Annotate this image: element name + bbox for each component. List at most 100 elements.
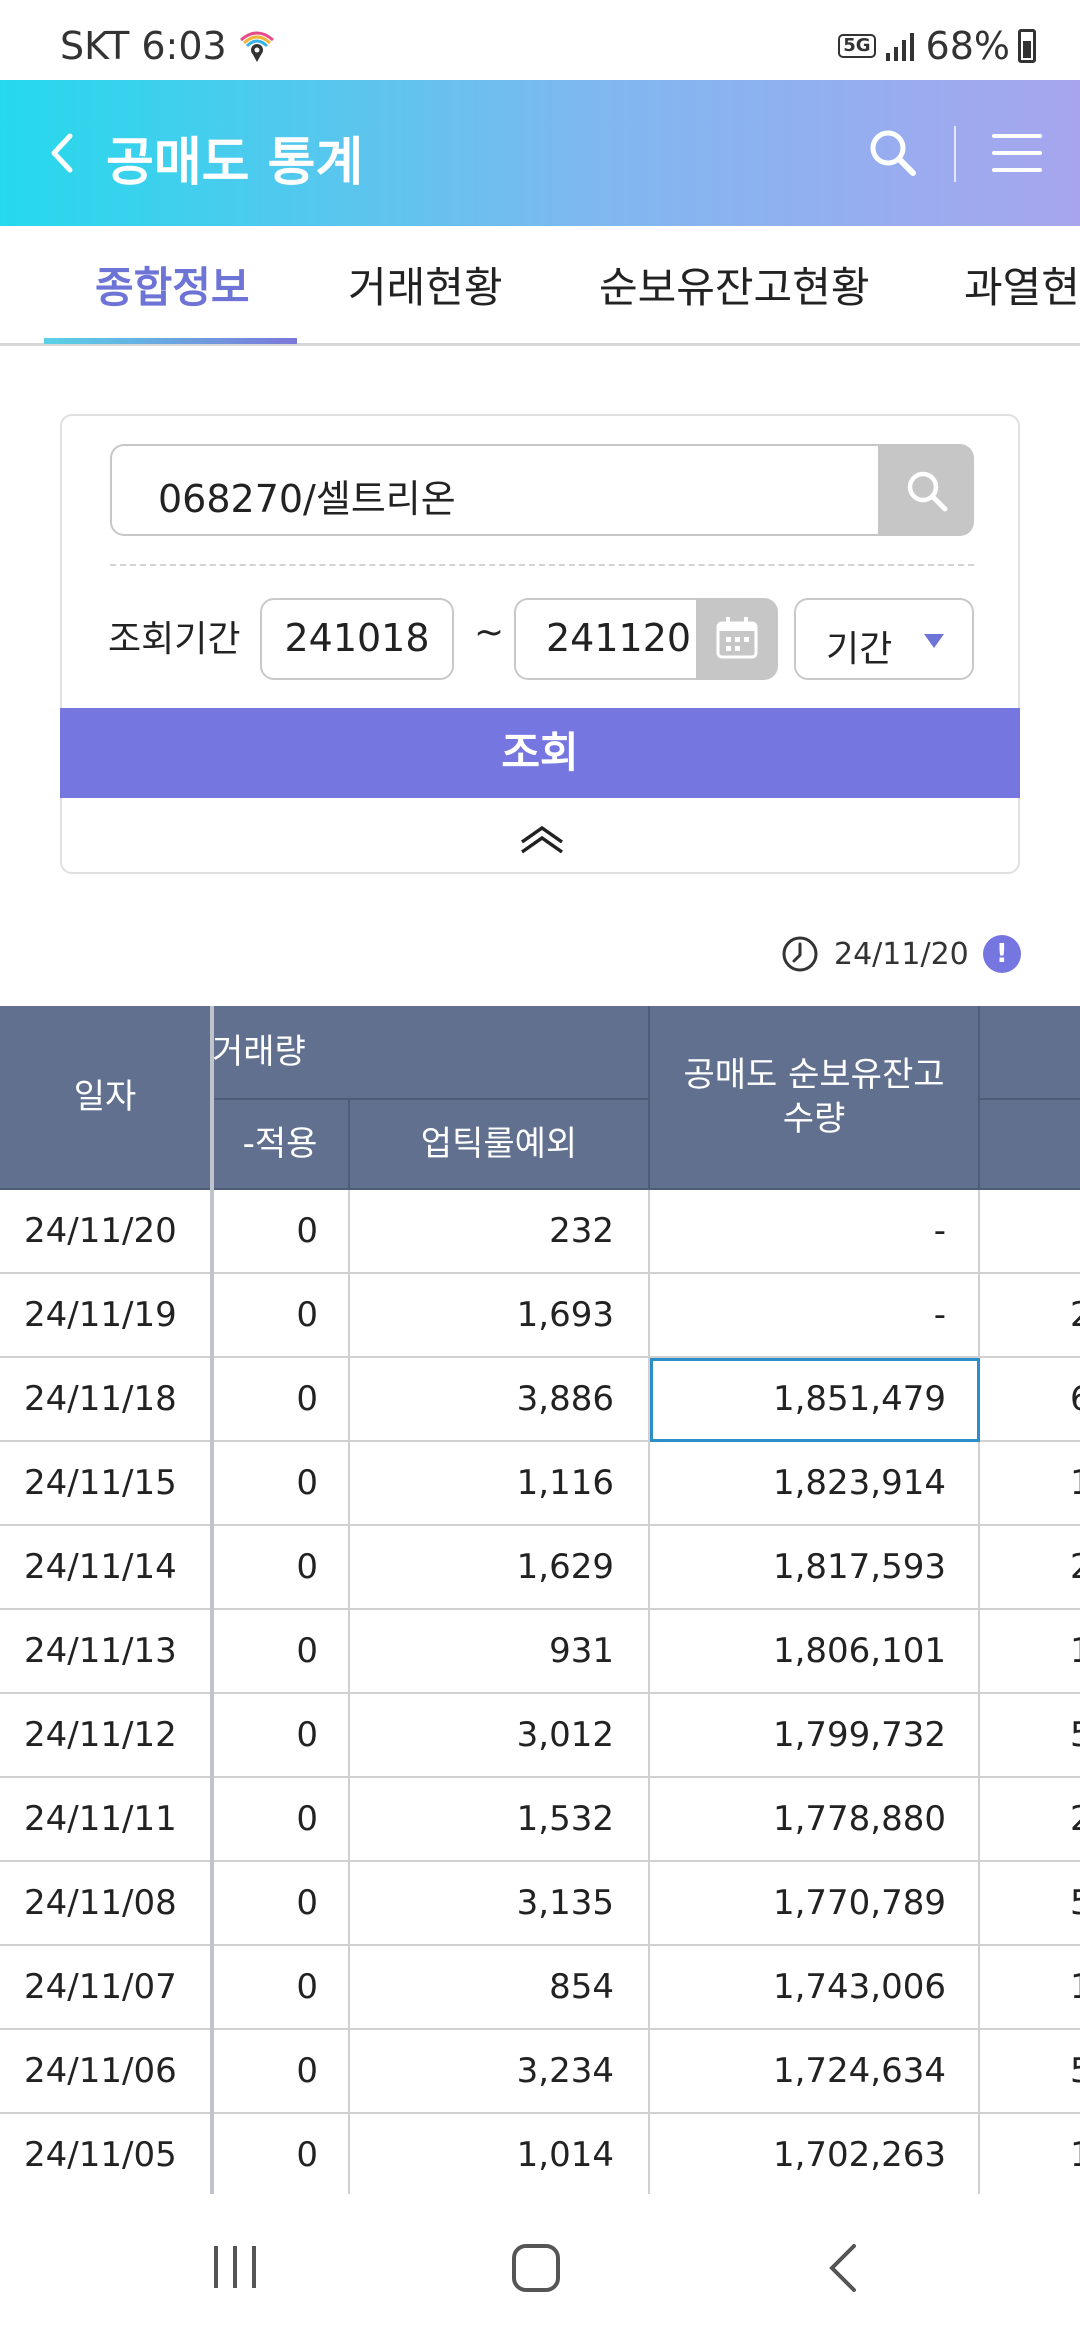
search-panel: 068270/셀트리온 조회기간 241018 ~ 241120 기간 조회 bbox=[60, 414, 1020, 874]
cell-uptick-exception: 232 bbox=[350, 1190, 650, 1274]
query-button[interactable]: 조회 bbox=[60, 708, 1020, 798]
active-tab-indicator bbox=[44, 338, 297, 344]
tab-trading[interactable]: 거래현황 bbox=[348, 254, 503, 315]
cell-sub-a: 0 bbox=[212, 1358, 350, 1442]
cell-sub-a: 0 bbox=[212, 1694, 350, 1778]
table-row[interactable]: 24/11/1901,693-2 bbox=[0, 1274, 1080, 1358]
cell-uptick-exception: 931 bbox=[350, 1610, 650, 1694]
cell-net-balance: 1,702,263 bbox=[650, 2114, 980, 2194]
cell-date: 24/11/14 bbox=[0, 1526, 212, 1610]
cell-date: 24/11/19 bbox=[0, 1274, 212, 1358]
battery-percent: 68% bbox=[925, 24, 1010, 68]
status-bar: SKT 6:03 5G 68% bbox=[0, 0, 1080, 80]
header-sub-a: -적용 bbox=[212, 1100, 350, 1190]
cell-uptick-exception: 1,693 bbox=[350, 1274, 650, 1358]
app-header: 공매도 통계 bbox=[0, 80, 1080, 226]
cell-uptick-exception: 3,135 bbox=[350, 1862, 650, 1946]
dropdown-caret-icon bbox=[924, 634, 944, 648]
header-uptick-exception: 업틱룰예외 bbox=[350, 1100, 650, 1190]
stock-search-input[interactable]: 068270/셀트리온 bbox=[110, 444, 890, 536]
recent-apps-icon[interactable] bbox=[210, 2242, 260, 2292]
cell-net-balance: 1,823,914 bbox=[650, 1442, 980, 1526]
tab-summary[interactable]: 종합정보 bbox=[95, 254, 250, 315]
table-row[interactable]: 24/11/1101,5321,778,8802 bbox=[0, 1778, 1080, 1862]
cell-date: 24/11/13 bbox=[0, 1610, 212, 1694]
cell-uptick-exception: 1,532 bbox=[350, 1778, 650, 1862]
table-row[interactable]: 24/11/1401,6291,817,5932 bbox=[0, 1526, 1080, 1610]
cell-uptick-exception: 1,629 bbox=[350, 1526, 650, 1610]
cell-date: 24/11/12 bbox=[0, 1694, 212, 1778]
tab-overheated[interactable]: 과열현황 bbox=[964, 254, 1080, 315]
tab-net-balance[interactable]: 순보유잔고현황 bbox=[599, 254, 869, 315]
system-nav-bar bbox=[0, 2196, 1080, 2340]
table-row[interactable]: 24/11/0803,1351,770,7895 bbox=[0, 1862, 1080, 1946]
date-range-separator: ~ bbox=[474, 612, 505, 653]
back-icon[interactable] bbox=[822, 2240, 862, 2296]
cell-uptick-exception: 3,886 bbox=[350, 1358, 650, 1442]
cell-sub-a: 0 bbox=[212, 2114, 350, 2194]
hamburger-menu-icon[interactable] bbox=[988, 128, 1046, 178]
cell-sub-a: 0 bbox=[212, 1862, 350, 1946]
cell-date: 24/11/18 bbox=[0, 1358, 212, 1442]
cell-net-balance: - bbox=[650, 1190, 980, 1274]
cell-next: 2 bbox=[980, 1274, 1080, 1358]
cell-net-balance: 1,743,006 bbox=[650, 1946, 980, 2030]
cell-sub-a: 0 bbox=[212, 1274, 350, 1358]
cell-next: 1 bbox=[980, 1610, 1080, 1694]
table-row[interactable]: 24/11/1501,1161,823,9141 bbox=[0, 1442, 1080, 1526]
cell-uptick-exception: 3,012 bbox=[350, 1694, 650, 1778]
end-date-field[interactable]: 241120 bbox=[514, 598, 714, 680]
cell-date: 24/11/07 bbox=[0, 1946, 212, 2030]
header-next-group bbox=[980, 1006, 1080, 1100]
header-next-sub bbox=[980, 1100, 1080, 1190]
double-chevron-up-icon[interactable] bbox=[516, 820, 568, 860]
status-indicators: 5G 68% bbox=[838, 24, 1036, 68]
info-icon[interactable]: ! bbox=[982, 935, 1021, 973]
cell-next: 2 bbox=[980, 1526, 1080, 1610]
home-icon[interactable] bbox=[510, 2242, 562, 2294]
start-date-field[interactable]: 241018 bbox=[260, 598, 454, 680]
cell-net-balance: - bbox=[650, 1274, 980, 1358]
cell-date: 24/11/06 bbox=[0, 2030, 212, 2114]
chevron-left-icon[interactable] bbox=[36, 126, 90, 180]
cell-sub-a: 0 bbox=[212, 2030, 350, 2114]
period-type-select[interactable]: 기간 bbox=[794, 598, 974, 680]
battery-icon bbox=[1018, 29, 1036, 63]
period-type-value: 기간 bbox=[826, 629, 893, 670]
table-row[interactable]: 24/11/0603,2341,724,6345 bbox=[0, 2030, 1080, 2114]
calendar-button[interactable] bbox=[696, 598, 778, 680]
table-row[interactable]: 24/11/1803,8861,851,4796 bbox=[0, 1358, 1080, 1442]
cell-uptick-exception: 854 bbox=[350, 1946, 650, 2030]
as-of-date-text: 24/11/20 bbox=[834, 936, 969, 972]
cell-date: 24/11/11 bbox=[0, 1778, 212, 1862]
as-of-date: 24/11/20 ! bbox=[780, 934, 1021, 974]
cell-sub-a: 0 bbox=[212, 1778, 350, 1862]
cell-sub-a: 0 bbox=[212, 1442, 350, 1526]
cell-next: 5 bbox=[980, 2030, 1080, 2114]
cell-next: 1 bbox=[980, 1442, 1080, 1526]
table-row[interactable]: 24/11/1203,0121,799,7325 bbox=[0, 1694, 1080, 1778]
cell-net-balance: 1,806,101 bbox=[650, 1610, 980, 1694]
header-divider bbox=[954, 126, 956, 182]
table-row[interactable]: 24/11/1309311,806,1011 bbox=[0, 1610, 1080, 1694]
network-5g-icon: 5G bbox=[838, 34, 876, 58]
cell-sub-a: 0 bbox=[212, 1190, 350, 1274]
cell-net-balance: 1,778,880 bbox=[650, 1778, 980, 1862]
cell-next: 1 bbox=[980, 1946, 1080, 2030]
tab-bar: 종합정보 거래현황 순보유잔고현황 과열현황 bbox=[0, 226, 1080, 346]
header-date: 일자 bbox=[0, 1006, 212, 1190]
cell-next: 5 bbox=[980, 1862, 1080, 1946]
cell-uptick-exception: 3,234 bbox=[350, 2030, 650, 2114]
search-icon[interactable] bbox=[864, 124, 920, 180]
clock-icon bbox=[782, 936, 818, 972]
table-row[interactable]: 24/11/0501,0141,702,2631 bbox=[0, 2114, 1080, 2194]
cell-sub-a: 0 bbox=[212, 1946, 350, 2030]
status-carrier-time: SKT 6:03 bbox=[60, 24, 277, 68]
signal-icon bbox=[885, 33, 914, 61]
calendar-icon bbox=[716, 617, 758, 659]
table-row[interactable]: 24/11/0708541,743,0061 bbox=[0, 1946, 1080, 2030]
table-row[interactable]: 24/11/20 0 232- bbox=[0, 1190, 1080, 1274]
cell-net-balance: 1,724,634 bbox=[650, 2030, 980, 2114]
cell-net-balance: 1,770,789 bbox=[650, 1862, 980, 1946]
stock-search-button[interactable] bbox=[878, 444, 974, 536]
